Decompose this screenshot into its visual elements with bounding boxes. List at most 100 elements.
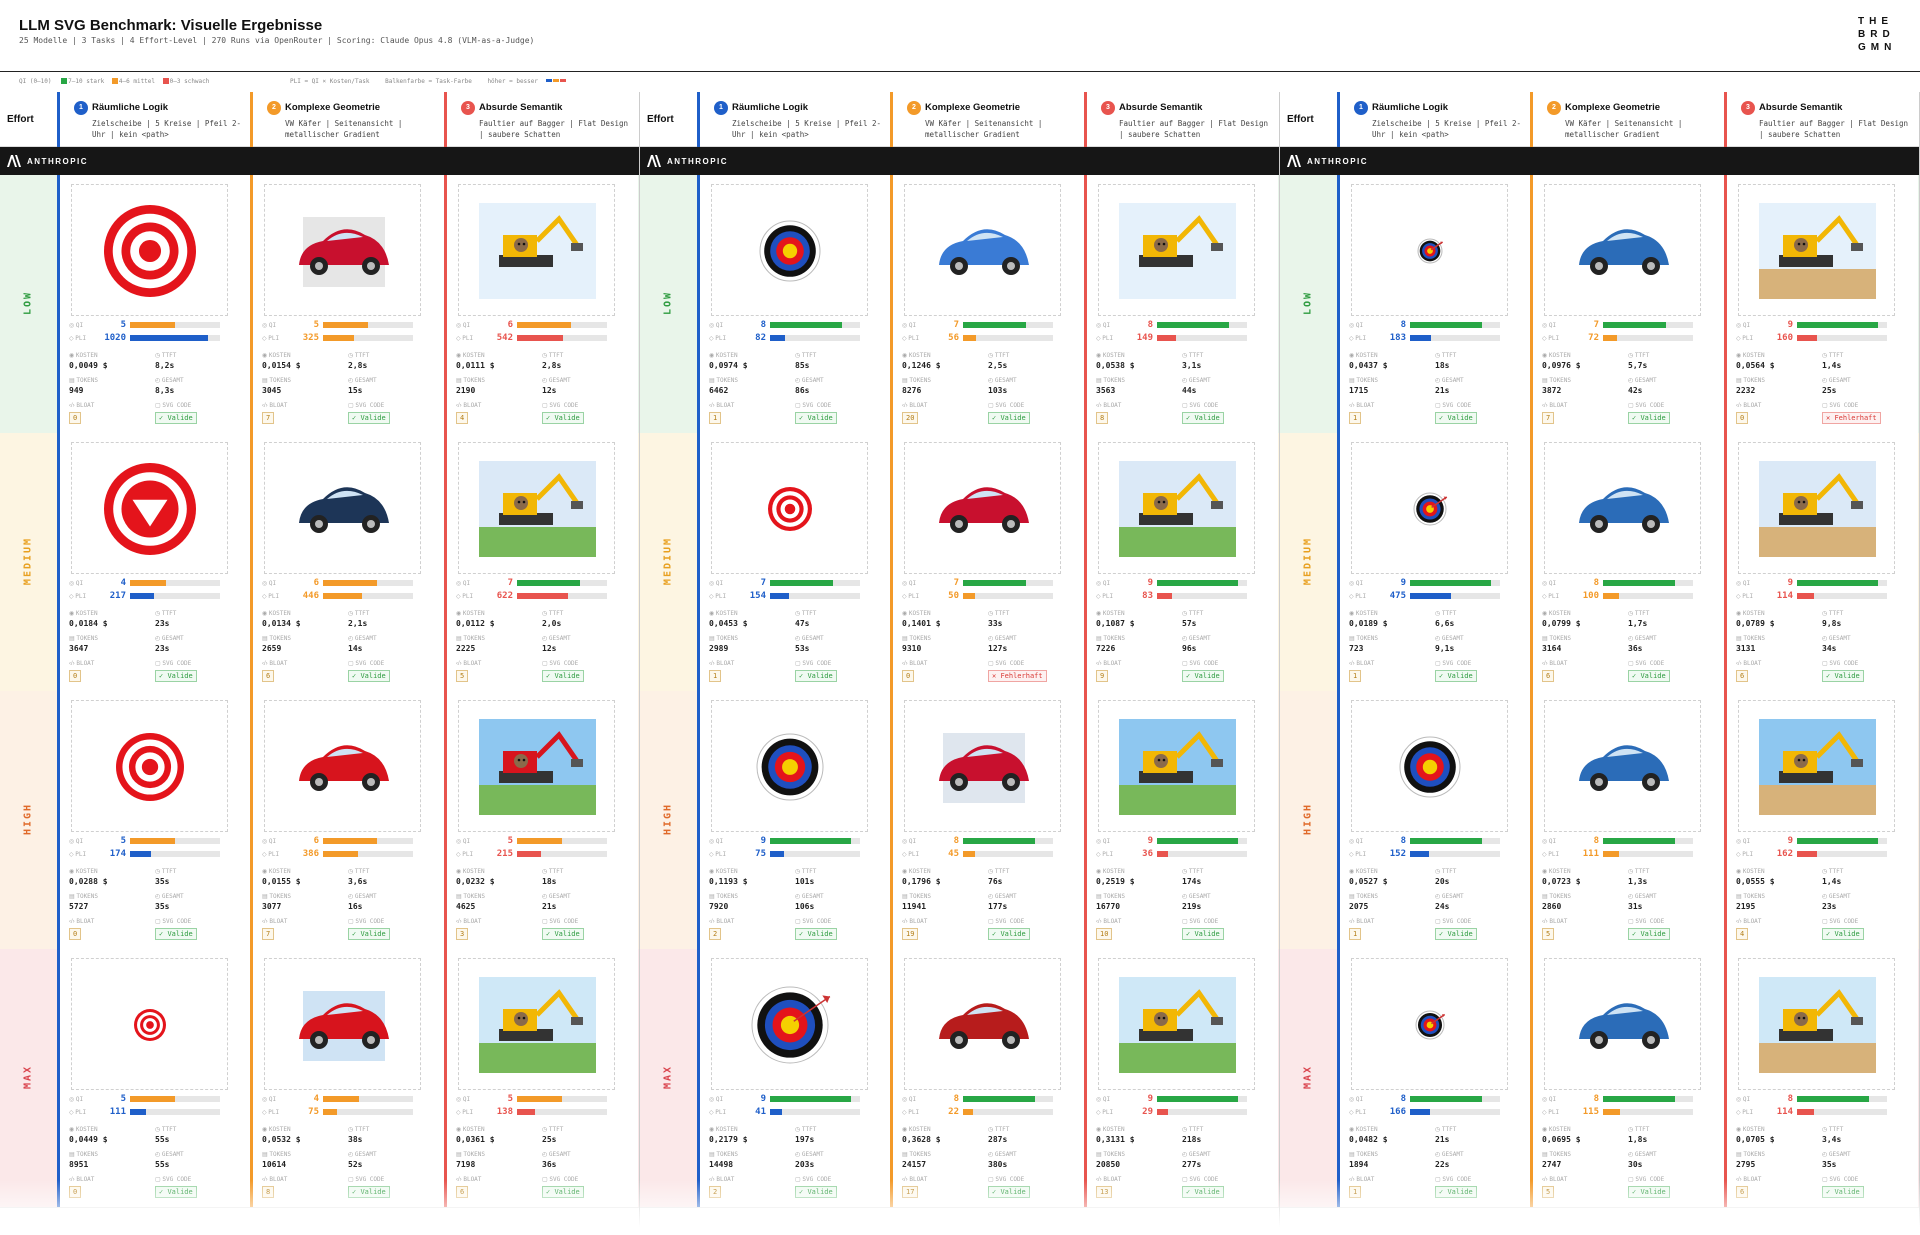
result-card[interactable]: ◎ QI 8 ◇ PLI 100 ◉ KOSTEN ◷ TTFT 0,0799 $ 1,7s ▤… (1530, 433, 1724, 691)
result-card[interactable]: ◎ QI 7 ◇ PLI 154 ◉ KOSTEN ◷ TTFT 0,0453 $ 47s ▤ … (697, 433, 891, 691)
result-card[interactable]: ◎ QI 5 ◇ PLI 1020 ◉ KOSTEN ◷ TTFT 0,0049 $ 8,2s… (57, 175, 251, 433)
result-preview[interactable] (1098, 184, 1255, 316)
result-illustration (1579, 1003, 1669, 1049)
kosten-label: ◉ KOSTEN (709, 1126, 738, 1133)
result-card[interactable]: ◎ QI 7 ◇ PLI 72 ◉ KOSTEN ◷ TTFT 0,0976 $ 5,7s ▤ … (1530, 175, 1724, 433)
result-card[interactable]: ◎ QI 9 ◇ PLI 114 ◉ KOSTEN ◷ TTFT 0,0789 $ 9,8s ▤… (1724, 433, 1918, 691)
result-preview[interactable] (458, 184, 615, 316)
result-preview[interactable] (1351, 958, 1508, 1090)
result-card[interactable]: ◎ QI 4 ◇ PLI 75 ◉ KOSTEN ◷ TTFT 0,0532 $ 38s ▤ T… (250, 949, 444, 1207)
ttft-label: ◷ TTFT (542, 868, 564, 875)
result-card[interactable]: ◎ QI 8 ◇ PLI 45 ◉ KOSTEN ◷ TTFT 0,1796 $ 76s ▤ T… (890, 691, 1084, 949)
result-card[interactable]: ◎ QI 9 ◇ PLI 29 ◉ KOSTEN ◷ TTFT 0,3131 $ 218s ▤ … (1084, 949, 1278, 1207)
result-preview[interactable] (711, 958, 868, 1090)
result-card[interactable]: ◎ QI 8 ◇ PLI 166 ◉ KOSTEN ◷ TTFT 0,0482 $ 21s ▤ … (1337, 949, 1531, 1207)
result-card[interactable]: ◎ QI 8 ◇ PLI 22 ◉ KOSTEN ◷ TTFT 0,3628 $ 287s ▤ … (890, 949, 1084, 1207)
tokens-value: 2795 (1736, 1160, 1756, 1169)
ttft-value: 3,1s (1182, 361, 1202, 370)
result-card[interactable]: ◎ QI 6 ◇ PLI 446 ◉ KOSTEN ◷ TTFT 0,0134 $ 2,1s ▤… (250, 433, 444, 691)
tokens-label: ▤ TOKENS (902, 1151, 932, 1158)
svg-status-badge: ✕ Fehlerhaft (1822, 412, 1881, 424)
ttft-label: ◷ TTFT (988, 352, 1010, 359)
result-preview[interactable] (458, 958, 615, 1090)
result-preview[interactable] (71, 184, 228, 316)
result-card[interactable]: ◎ QI 6 ◇ PLI 542 ◉ KOSTEN ◷ TTFT 0,0111 $ 2,8s ▤… (444, 175, 638, 433)
result-card[interactable]: ◎ QI 7 ◇ PLI 56 ◉ KOSTEN ◷ TTFT 0,1246 $ 2,5s ▤ … (890, 175, 1084, 433)
kosten-label: ◉ KOSTEN (1736, 352, 1765, 359)
result-preview[interactable] (1738, 442, 1895, 574)
result-card[interactable]: ◎ QI 8 ◇ PLI 152 ◉ KOSTEN ◷ TTFT 0,0527 $ 20s ▤ … (1337, 691, 1531, 949)
task-header: 3 Absurde Semantik Faultier auf Bagger | F… (1724, 92, 1916, 147)
result-preview[interactable] (1098, 958, 1255, 1090)
tokens-label: ▤ TOKENS (709, 1151, 739, 1158)
ttft-label: ◷ TTFT (1182, 610, 1204, 617)
result-preview[interactable] (1544, 958, 1701, 1090)
result-preview[interactable] (1738, 700, 1895, 832)
result-preview[interactable] (904, 184, 1061, 316)
bloat-badge: 1 (1349, 928, 1362, 940)
svg-status-badge: ✓ Valide (155, 928, 197, 940)
kosten-label: ◉ KOSTEN (902, 610, 931, 617)
result-preview[interactable] (264, 442, 421, 574)
result-card[interactable]: ◎ QI 8 ◇ PLI 114 ◉ KOSTEN ◷ TTFT 0,0705 $ 3,4s ▤… (1724, 949, 1918, 1207)
qi-value: 5 (507, 836, 513, 846)
result-preview[interactable] (264, 958, 421, 1090)
result-preview[interactable] (711, 184, 868, 316)
result-card[interactable]: ◎ QI 5 ◇ PLI 138 ◉ KOSTEN ◷ TTFT 0,0361 $ 25s ▤ … (444, 949, 638, 1207)
result-preview[interactable] (1098, 442, 1255, 574)
svg-status-text: Valide (807, 414, 833, 422)
result-preview[interactable] (1544, 442, 1701, 574)
result-preview[interactable] (71, 958, 228, 1090)
result-preview[interactable] (711, 700, 868, 832)
result-card[interactable]: ◎ QI 9 ◇ PLI 162 ◉ KOSTEN ◷ TTFT 0,0555 $ 1,4s ▤… (1724, 691, 1918, 949)
result-card[interactable]: ◎ QI 9 ◇ PLI 36 ◉ KOSTEN ◷ TTFT 0,2519 $ 174s ▤ … (1084, 691, 1278, 949)
result-card[interactable]: ◎ QI 9 ◇ PLI 83 ◉ KOSTEN ◷ TTFT 0,1087 $ 57s ▤ T… (1084, 433, 1278, 691)
result-card[interactable]: ◎ QI 5 ◇ PLI 111 ◉ KOSTEN ◷ TTFT 0,0449 $ 55s ▤ … (57, 949, 251, 1207)
result-card[interactable]: ◎ QI 5 ◇ PLI 215 ◉ KOSTEN ◷ TTFT 0,0232 $ 18s ▤ … (444, 691, 638, 949)
kosten-label: ◉ KOSTEN (1349, 610, 1378, 617)
bloat-label: ‹/› BLOAT (262, 402, 288, 409)
result-card[interactable]: ◎ QI 8 ◇ PLI 111 ◉ KOSTEN ◷ TTFT 0,0723 $ 1,3s ▤… (1530, 691, 1724, 949)
result-preview[interactable] (904, 700, 1061, 832)
result-card[interactable]: ◎ QI 8 ◇ PLI 183 ◉ KOSTEN ◷ TTFT 0,0437 $ 18s ▤ … (1337, 175, 1531, 433)
page-header: LLM SVG Benchmark: Visuelle Ergebnisse 2… (0, 0, 1920, 72)
result-card[interactable]: ◎ QI 5 ◇ PLI 325 ◉ KOSTEN ◷ TTFT 0,0154 $ 2,8s ▤… (250, 175, 444, 433)
result-card[interactable]: ◎ QI 8 ◇ PLI 82 ◉ KOSTEN ◷ TTFT 0,0974 $ 85s ▤ T… (697, 175, 891, 433)
result-preview[interactable] (458, 442, 615, 574)
result-preview[interactable] (1351, 700, 1508, 832)
result-card[interactable]: ◎ QI 7 ◇ PLI 622 ◉ KOSTEN ◷ TTFT 0,0112 $ 2,0s ▤… (444, 433, 638, 691)
qi-label: ◎ QI (709, 1096, 724, 1103)
result-preview[interactable] (1351, 442, 1508, 574)
result-preview[interactable] (71, 442, 228, 574)
pli-value: 114 (1776, 1107, 1793, 1117)
result-preview[interactable] (1738, 958, 1895, 1090)
result-card[interactable]: ◎ QI 8 ◇ PLI 149 ◉ KOSTEN ◷ TTFT 0,0538 $ 3,1s ▤… (1084, 175, 1278, 433)
result-card[interactable]: ◎ QI 6 ◇ PLI 386 ◉ KOSTEN ◷ TTFT 0,0155 $ 3,6s ▤… (250, 691, 444, 949)
result-preview[interactable] (71, 700, 228, 832)
result-preview[interactable] (264, 700, 421, 832)
result-card[interactable]: ◎ QI 9 ◇ PLI 41 ◉ KOSTEN ◷ TTFT 0,2179 $ 197s ▤ … (697, 949, 891, 1207)
result-card[interactable]: ◎ QI 8 ◇ PLI 115 ◉ KOSTEN ◷ TTFT 0,0695 $ 1,8s ▤… (1530, 949, 1724, 1207)
svg-code-label: ▢ SVG CODE (155, 402, 192, 409)
result-preview[interactable] (458, 700, 615, 832)
result-preview[interactable] (1738, 184, 1895, 316)
result-preview[interactable] (1544, 700, 1701, 832)
result-card[interactable]: ◎ QI 9 ◇ PLI 75 ◉ KOSTEN ◷ TTFT 0,1193 $ 101s ▤ … (697, 691, 891, 949)
result-preview[interactable] (264, 184, 421, 316)
tokens-label: ▤ TOKENS (262, 377, 292, 384)
result-preview[interactable] (904, 958, 1061, 1090)
result-card[interactable]: ◎ QI 9 ◇ PLI 160 ◉ KOSTEN ◷ TTFT 0,0564 $ 1,4s ▤… (1724, 175, 1918, 433)
result-preview[interactable] (711, 442, 868, 574)
result-card[interactable]: ◎ QI 9 ◇ PLI 475 ◉ KOSTEN ◷ TTFT 0,0189 $ 6,6s ▤… (1337, 433, 1531, 691)
result-card[interactable]: ◎ QI 5 ◇ PLI 174 ◉ KOSTEN ◷ TTFT 0,0288 $ 35s ▤ … (57, 691, 251, 949)
gesamt-value: 12s (542, 644, 557, 653)
result-card[interactable]: ◎ QI 7 ◇ PLI 50 ◉ KOSTEN ◷ TTFT 0,1401 $ 33s ▤ T… (890, 433, 1084, 691)
result-preview[interactable] (1351, 184, 1508, 316)
result-preview[interactable] (1544, 184, 1701, 316)
qi-value: 6 (313, 836, 319, 846)
gesamt-value: 31s (1628, 902, 1643, 911)
result-card[interactable]: ◎ QI 4 ◇ PLI 217 ◉ KOSTEN ◷ TTFT 0,0184 $ 23s ▤ … (57, 433, 251, 691)
result-preview[interactable] (904, 442, 1061, 574)
result-preview[interactable] (1098, 700, 1255, 832)
ttft-label: ◷ TTFT (1628, 610, 1650, 617)
